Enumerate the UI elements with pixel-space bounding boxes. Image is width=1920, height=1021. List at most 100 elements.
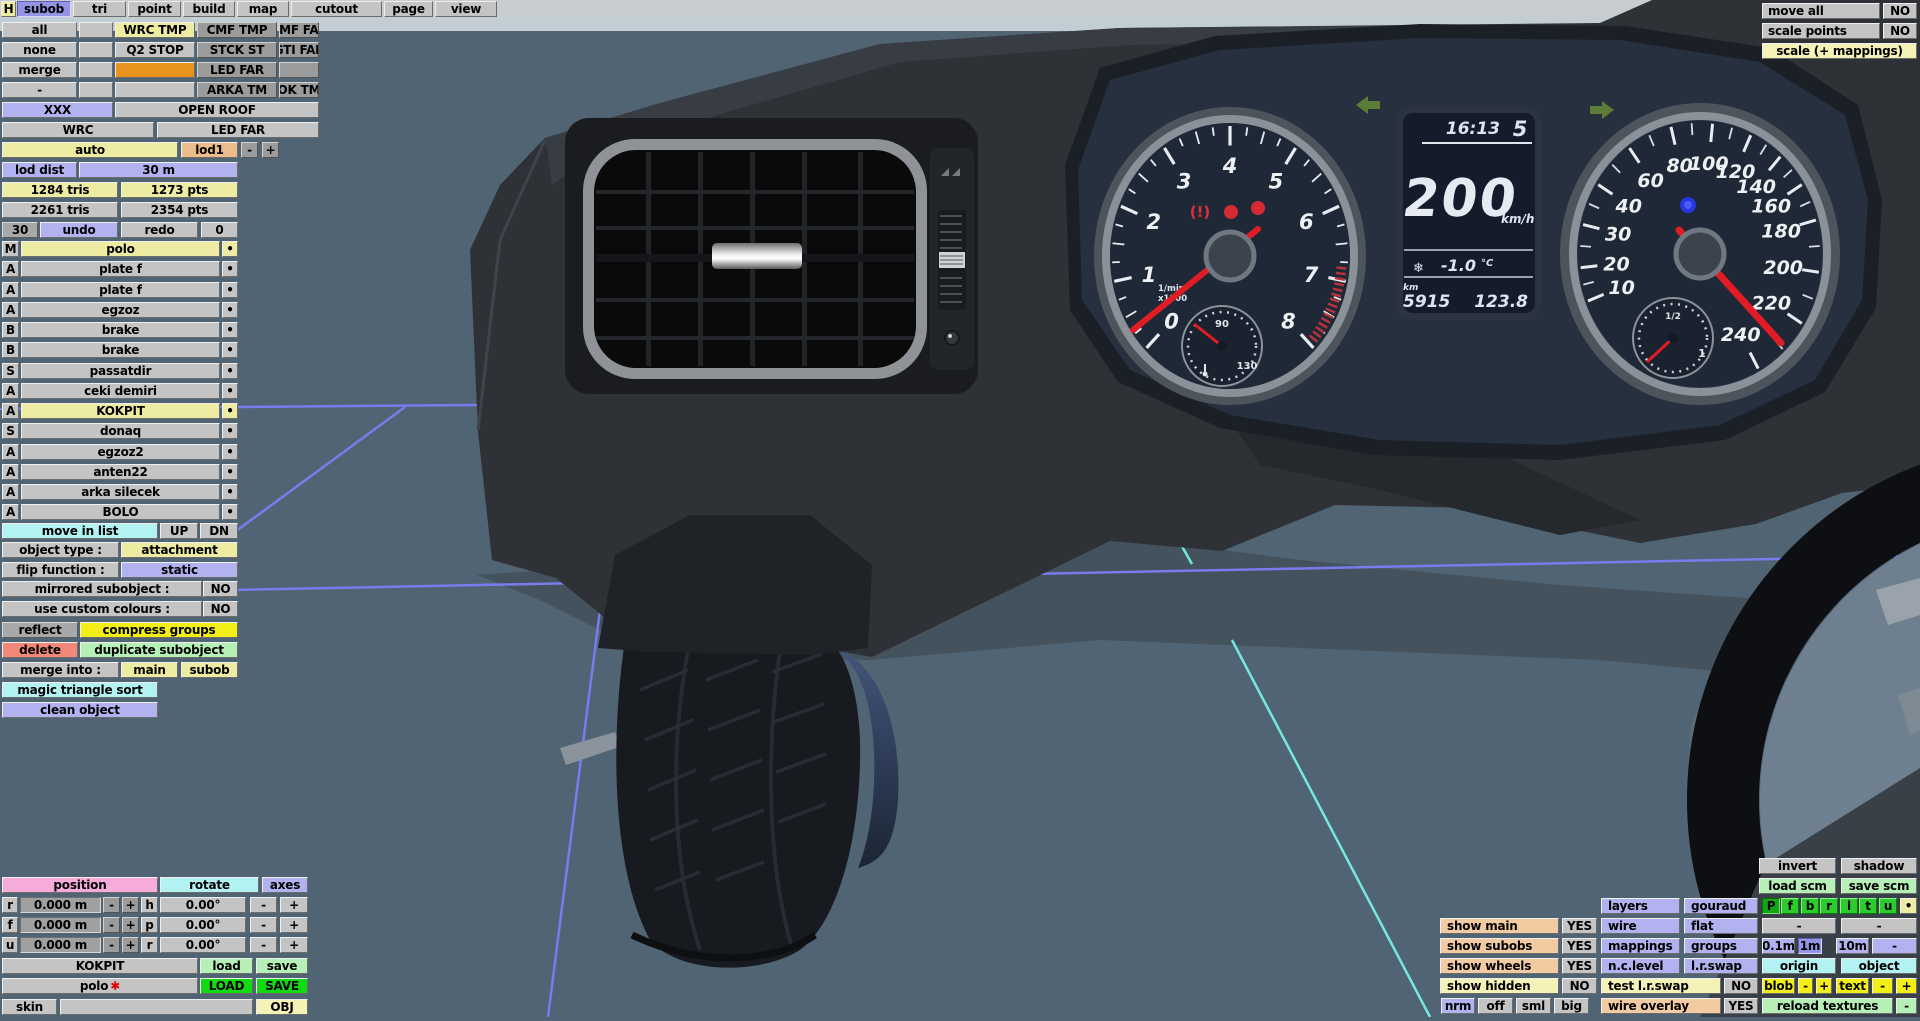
text-plus-button[interactable]: + [1896,978,1917,994]
object-visibility-dot[interactable]: • [222,261,238,277]
wire-button[interactable]: wire [1601,918,1680,934]
load-model-button[interactable]: LOAD [200,978,253,994]
position-f-plus[interactable]: + [122,917,139,933]
object-visibility-dot[interactable]: • [222,423,238,439]
nclevel-button[interactable]: n.c.level [1601,958,1680,974]
rotate-header[interactable]: rotate [160,877,259,893]
blob-plus-button[interactable]: + [1816,978,1832,994]
viewport-3d[interactable]: 012345678 1/min x1000 (!) 90 130 1020304… [0,0,1920,1017]
channel-dot-button[interactable]: • [1900,898,1917,914]
menu-item-tri[interactable]: tri [73,1,126,17]
channel-f-button[interactable]: f [1781,898,1799,914]
shadow-button[interactable]: shadow [1841,858,1917,874]
object-visibility-dot[interactable]: • [222,363,238,379]
object-type-badge[interactable]: A [2,403,19,419]
show-hidden-label[interactable]: show hidden [1440,978,1559,994]
reflect-button[interactable]: reflect [2,622,78,638]
test-lrswap-value[interactable]: NO [1724,978,1758,994]
rotate-r-minus[interactable]: - [250,937,277,953]
scale-points-label[interactable]: scale points [1762,23,1880,39]
grid-dash-button[interactable]: - [1841,918,1917,934]
preset-wrc-tmp[interactable]: WRC TMP [115,22,195,38]
led-far-button[interactable]: LED FAR [157,122,319,138]
origin-button[interactable]: origin [1762,958,1836,974]
channel-l-button[interactable]: l [1840,898,1858,914]
grid-cell-empty[interactable] [79,22,113,38]
object-type-badge[interactable]: S [2,423,19,439]
grid-cell-empty[interactable] [115,82,195,98]
menu-item-build[interactable]: build [183,1,235,17]
position-r-minus[interactable]: - [103,897,120,913]
object-type-value[interactable]: attachment [121,542,238,558]
undo-button[interactable]: undo [40,222,118,238]
preset-gti-far[interactable]: GTI FAR [279,42,319,58]
object-row-name[interactable]: plate f [21,282,220,298]
channel-t-button[interactable]: t [1859,898,1877,914]
invert-button[interactable]: invert [1759,858,1836,874]
reload-minus-button[interactable]: - [1896,998,1917,1014]
delete-button[interactable]: delete [2,642,78,658]
skin-name-field[interactable] [60,999,253,1015]
wire-overlay-value[interactable]: YES [1724,998,1758,1014]
menu-item-page[interactable]: page [384,1,433,17]
object-row-name[interactable]: BOLO [21,504,220,520]
layers-button[interactable]: layers [1601,898,1680,914]
grid-cell-empty[interactable] [79,42,113,58]
reload-textures-button[interactable]: reload textures [1762,998,1893,1014]
mirrored-subobject-value[interactable]: NO [203,581,238,597]
object-type-badge[interactable]: A [2,484,19,500]
grid-cell-empty[interactable] [79,62,113,78]
object-axes-button[interactable]: object [1841,958,1917,974]
lod-plus-button[interactable]: + [262,142,279,158]
auto-lod-button[interactable]: auto [2,142,178,158]
object-type-badge[interactable]: A [2,261,19,277]
channel-p-button[interactable]: P [1762,898,1780,914]
save-object-button[interactable]: save [256,958,308,974]
object-visibility-dot[interactable]: • [222,504,238,520]
grid-1m-button[interactable]: 1m [1798,938,1822,954]
show-wheels-value[interactable]: YES [1562,958,1597,974]
save-scm-button[interactable]: save scm [1841,878,1917,894]
load-scm-button[interactable]: load scm [1759,878,1836,894]
object-visibility-dot[interactable]: • [222,302,238,318]
clean-object-button[interactable]: clean object [2,702,158,718]
show-hidden-value[interactable]: NO [1562,978,1597,994]
rotate-r-plus[interactable]: + [280,937,308,953]
object-visibility-dot[interactable]: • [222,464,238,480]
rotate-p-minus[interactable]: - [250,917,277,933]
rotate-h-minus[interactable]: - [250,897,277,913]
skin-button[interactable]: skin [2,999,57,1015]
scale-points-value[interactable]: NO [1883,23,1917,39]
position-r-plus[interactable]: + [122,897,139,913]
object-type-badge[interactable]: A [2,444,19,460]
object-type-badge[interactable]: A [2,282,19,298]
object-row-name[interactable]: passatdir [21,363,220,379]
object-visibility-dot[interactable]: • [222,403,238,419]
menu-item-map[interactable]: map [237,1,289,17]
lod-dist-label[interactable]: lod dist [2,162,77,178]
select-none-button[interactable]: none [2,42,77,58]
object-type-badge[interactable]: M [2,241,19,257]
grid-cell-empty[interactable] [79,82,113,98]
object-type-badge[interactable]: A [2,383,19,399]
object-type-badge[interactable]: B [2,322,19,338]
rotate-p-value[interactable]: 0.00° [160,917,246,933]
position-f-value[interactable]: 0.000 m [20,917,101,933]
rotate-h-value[interactable]: 0.00° [160,897,246,913]
flat-button[interactable]: flat [1684,918,1758,934]
grid-cell-orange[interactable] [115,62,195,78]
scale-mappings-button[interactable]: scale (+ mappings) [1762,43,1917,59]
preset-sok-tmp[interactable]: SOK TMP [279,82,319,98]
object-type-badge[interactable]: A [2,464,19,480]
object-row-name[interactable]: brake [21,322,220,338]
object-row-name[interactable]: egzoz [21,302,220,318]
grid-off-button[interactable]: - [1872,938,1917,954]
position-f-minus[interactable]: - [103,917,120,933]
open-roof-button[interactable]: OPEN ROOF [115,102,319,118]
preset-led-far[interactable]: LED FAR [197,62,277,78]
object-row-name[interactable]: donaq [21,423,220,439]
duplicate-subobject-button[interactable]: duplicate subobject [80,642,238,658]
rotate-r-value[interactable]: 0.00° [160,937,246,953]
wrc-button[interactable]: WRC [2,122,154,138]
channel-u-button[interactable]: u [1879,898,1897,914]
